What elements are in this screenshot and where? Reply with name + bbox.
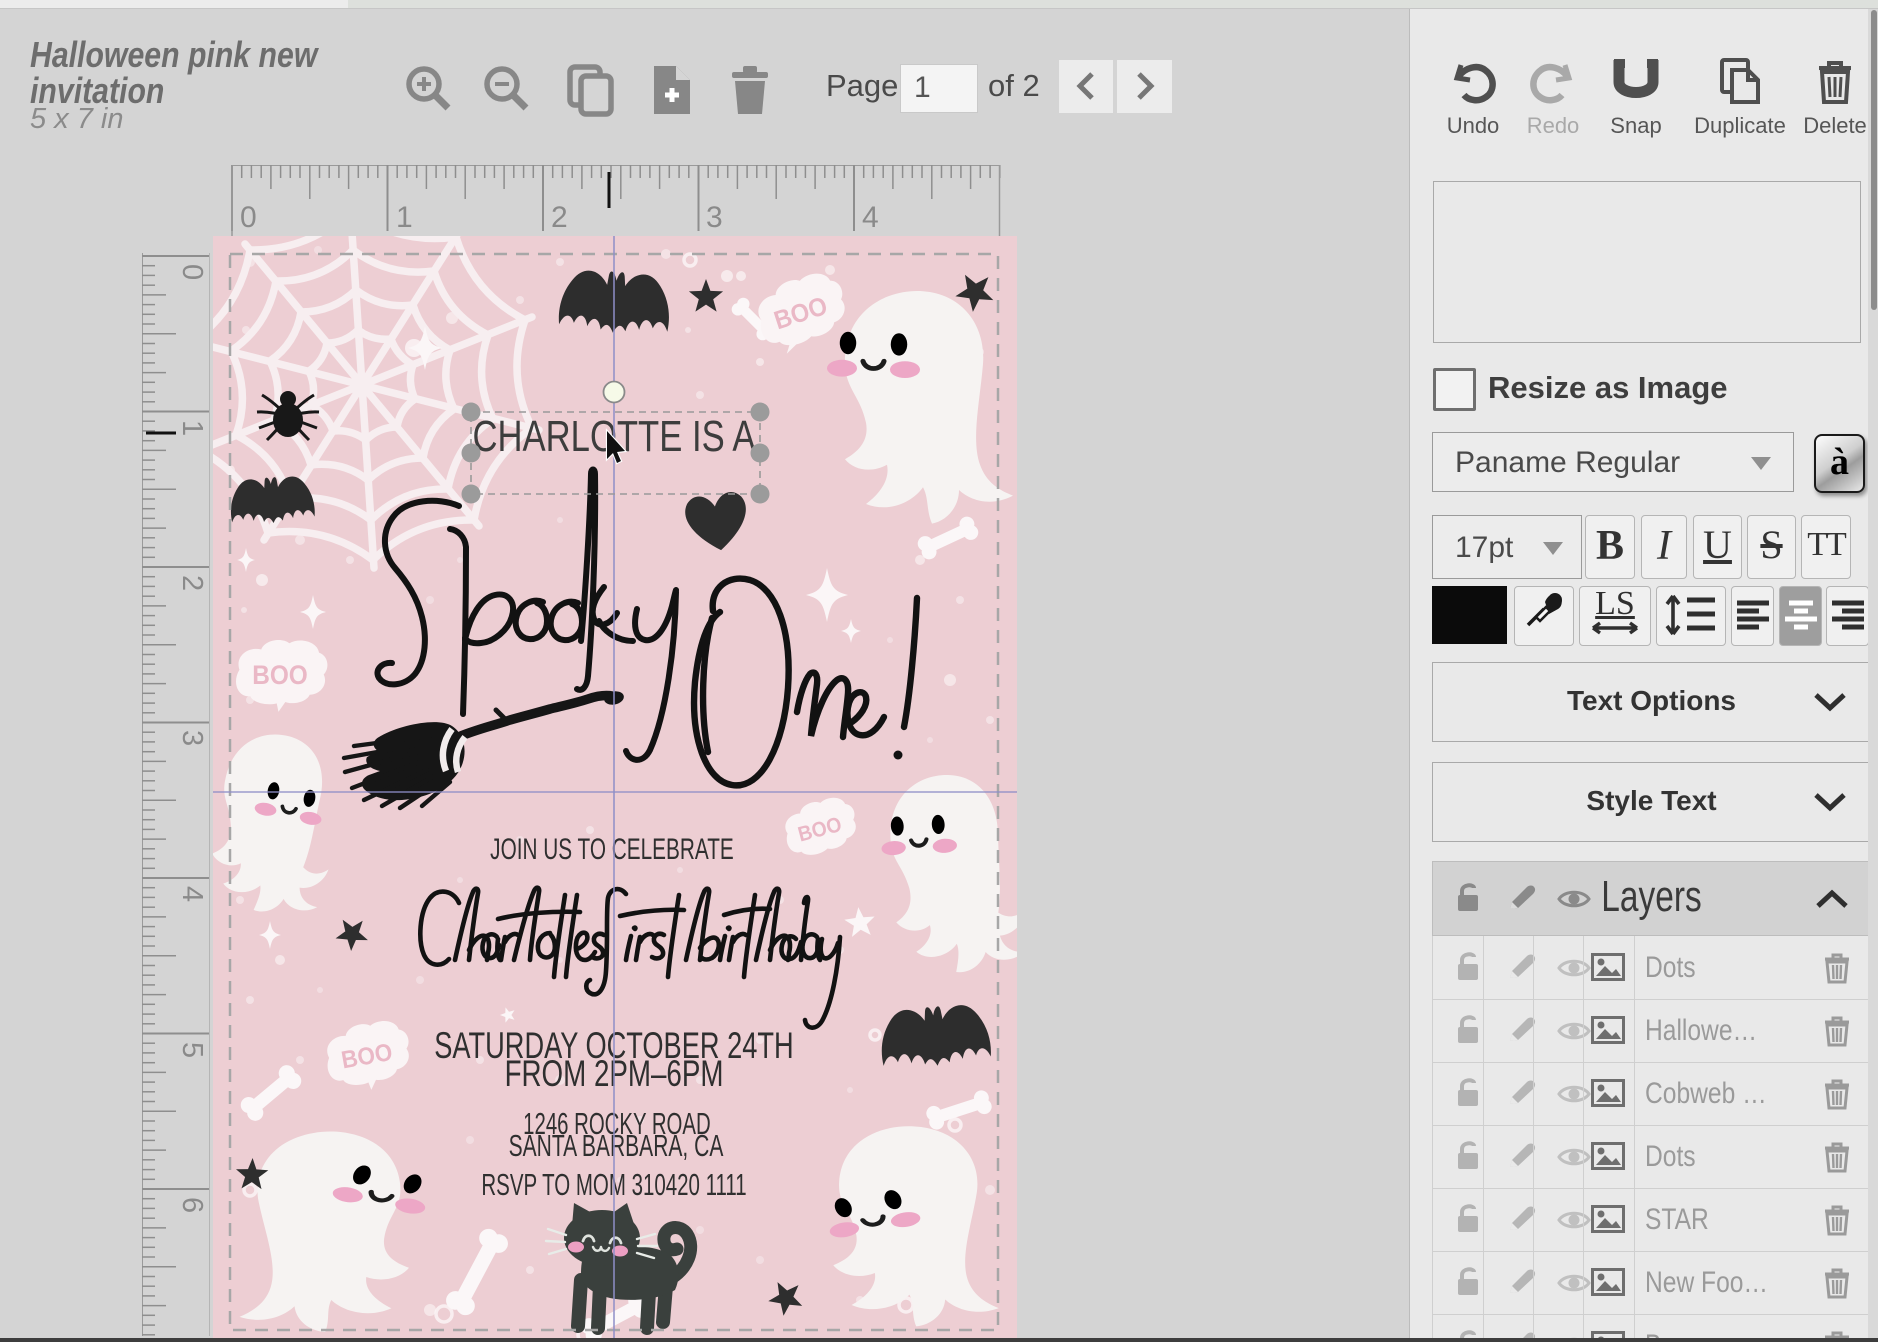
svg-text:2: 2 <box>176 575 208 591</box>
svg-text:4: 4 <box>862 201 879 234</box>
svg-text:3: 3 <box>176 730 208 746</box>
svg-text:2: 2 <box>551 201 568 234</box>
svg-text:1: 1 <box>176 420 208 436</box>
svg-text:0: 0 <box>240 201 257 234</box>
svg-text:JOIN US TO CELEBRATE: JOIN US TO CELEBRATE <box>490 833 734 866</box>
svg-text:4: 4 <box>176 886 208 902</box>
svg-text:5: 5 <box>176 1042 208 1058</box>
svg-text:0: 0 <box>176 264 208 280</box>
svg-text:1: 1 <box>396 201 413 234</box>
svg-text:3: 3 <box>706 201 723 234</box>
svg-text:6: 6 <box>176 1197 208 1213</box>
svg-text:SANTA BARBARA, CA: SANTA BARBARA, CA <box>509 1128 724 1163</box>
svg-text:BOO: BOO <box>252 661 308 690</box>
